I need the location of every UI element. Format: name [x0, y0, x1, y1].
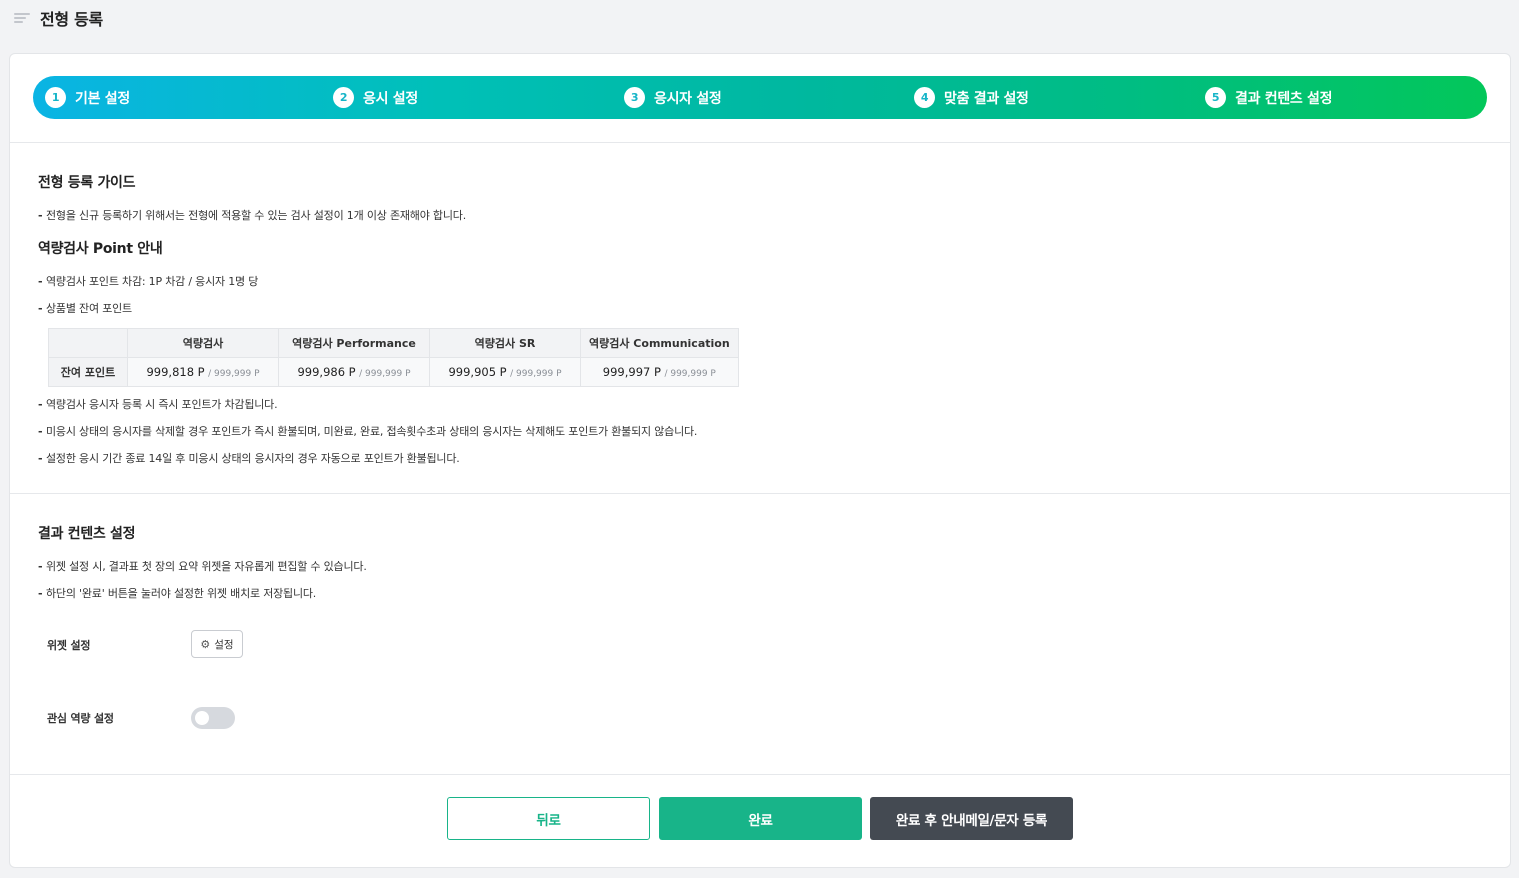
gear-icon: ⚙ [200, 637, 211, 651]
table-cell: 999,997 P / 999,999 P [580, 357, 739, 387]
step-exam[interactable]: 2 응시 설정 [333, 76, 418, 119]
column-header: 역량검사 SR [429, 328, 581, 358]
point-note: 미응시 상태의 응시자를 삭제할 경우 포인트가 즉시 환불되며, 미완료, 완… [38, 423, 697, 439]
step-candidates[interactable]: 3 응시자 설정 [624, 76, 722, 119]
top-bar: 전형 등록 [0, 0, 1519, 36]
row-header: 잔여 포인트 [48, 357, 128, 387]
point-value: 999,818 P [146, 365, 205, 379]
stepper: 1 기본 설정 2 응시 설정 3 응시자 설정 4 맞춤 결과 설정 5 결과… [33, 76, 1487, 119]
point-note: 역량검사 응시자 등록 시 즉시 포인트가 차감됩니다. [38, 396, 278, 412]
done-and-register-mail-button[interactable]: 완료 후 안내메일/문자 등록 [870, 797, 1073, 840]
page-title: 전형 등록 [40, 10, 103, 29]
result-contents-title: 결과 컨텐츠 설정 [38, 526, 136, 542]
point-value: 999,997 P [602, 365, 661, 379]
table-header-row: 역량검사 역량검사 Performance 역량검사 SR 역량검사 Commu… [48, 328, 739, 358]
step-basic[interactable]: 1 기본 설정 [45, 76, 130, 119]
column-header: 역량검사 [127, 328, 279, 358]
step-label: 결과 컨텐츠 설정 [1235, 90, 1333, 107]
point-value: 999,986 P [297, 365, 356, 379]
interest-competency-toggle[interactable] [191, 707, 235, 729]
table-cell: 999,986 P / 999,999 P [278, 357, 430, 387]
point-note: 상품별 잔여 포인트 [38, 300, 132, 316]
table-corner [48, 328, 128, 358]
toggle-knob [195, 711, 209, 725]
point-max: / 999,999 P [208, 369, 260, 379]
back-button[interactable]: 뒤로 [447, 797, 650, 840]
widget-settings-button[interactable]: ⚙ 설정 [191, 630, 243, 658]
divider [10, 493, 1510, 494]
step-label: 응시 설정 [363, 90, 418, 107]
table-cell: 999,905 P / 999,999 P [429, 357, 581, 387]
step-number: 5 [1205, 87, 1226, 108]
interest-competency-label: 관심 역량 설정 [47, 712, 114, 725]
step-number: 3 [624, 87, 645, 108]
point-max: / 999,999 P [510, 369, 562, 379]
divider [10, 774, 1510, 775]
column-header: 역량검사 Communication [580, 328, 739, 358]
step-number: 1 [45, 87, 66, 108]
settings-button-label: 설정 [214, 638, 234, 651]
divider [10, 142, 1510, 143]
step-result-contents[interactable]: 5 결과 컨텐츠 설정 [1205, 76, 1333, 119]
point-value: 999,905 P [448, 365, 507, 379]
table-cell: 999,818 P / 999,999 P [127, 357, 279, 387]
step-label: 기본 설정 [75, 90, 130, 107]
point-info-title: 역량검사 Point 안내 [38, 241, 163, 257]
done-button[interactable]: 완료 [659, 797, 862, 840]
guide-title: 전형 등록 가이드 [38, 175, 136, 191]
step-custom-result[interactable]: 4 맞춤 결과 설정 [914, 76, 1029, 119]
table-row: 잔여 포인트 999,818 P / 999,999 P 999,986 P /… [48, 357, 739, 387]
step-number: 4 [914, 87, 935, 108]
guide-note: 전형을 신규 등록하기 위해서는 전형에 적용할 수 있는 검사 설정이 1개 … [38, 207, 466, 223]
menu-icon[interactable] [14, 13, 30, 25]
point-note: 역량검사 포인트 차감: 1P 차감 / 응시자 1명 당 [38, 273, 258, 289]
point-max: / 999,999 P [359, 369, 411, 379]
step-number: 2 [333, 87, 354, 108]
step-label: 맞춤 결과 설정 [944, 90, 1029, 107]
step-label: 응시자 설정 [654, 90, 722, 107]
column-header: 역량검사 Performance [278, 328, 430, 358]
result-note: 하단의 '완료' 버튼을 눌러야 설정한 위젯 배치로 저장됩니다. [38, 585, 316, 601]
widget-setting-label: 위젯 설정 [47, 639, 91, 652]
main-card: 1 기본 설정 2 응시 설정 3 응시자 설정 4 맞춤 결과 설정 5 결과… [9, 53, 1511, 868]
result-note: 위젯 설정 시, 결과표 첫 장의 요약 위젯을 자유롭게 편집할 수 있습니다… [38, 558, 367, 574]
point-note: 설정한 응시 기간 종료 14일 후 미응시 상태의 응시자의 경우 자동으로 … [38, 450, 460, 466]
point-max: / 999,999 P [664, 369, 716, 379]
remaining-points-table: 역량검사 역량검사 Performance 역량검사 SR 역량검사 Commu… [48, 328, 739, 387]
